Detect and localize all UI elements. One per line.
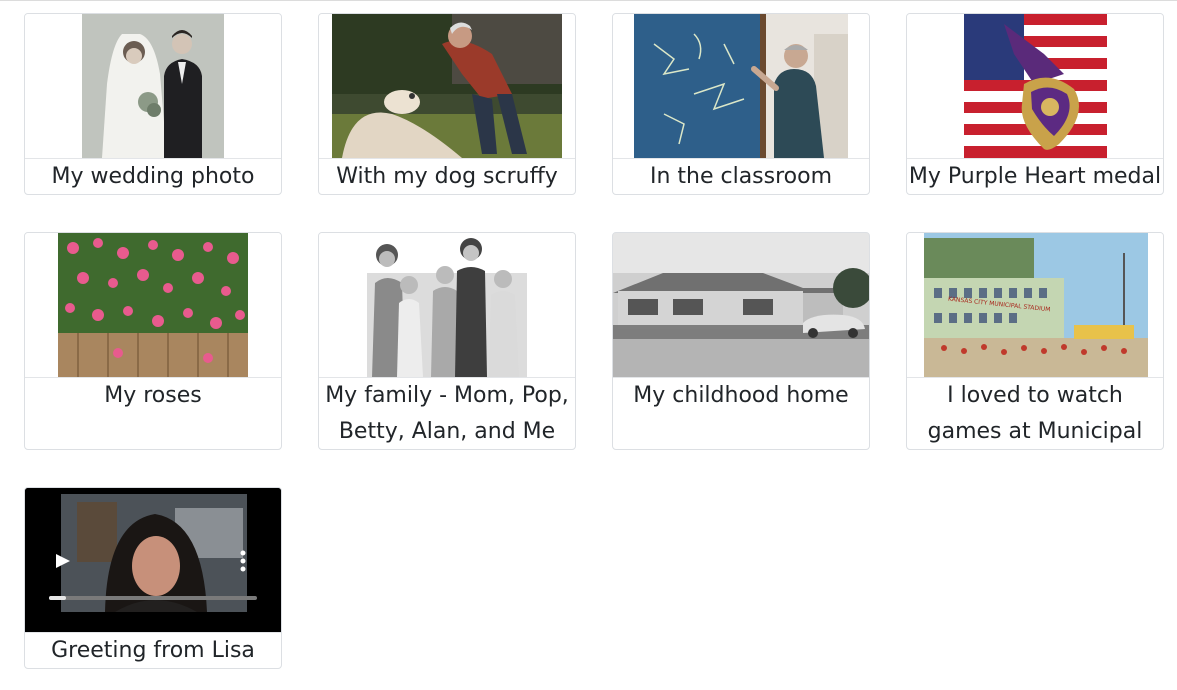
- photo-card-roses[interactable]: My roses: [24, 232, 282, 450]
- caption-family: My family - Mom, Pop, Betty, Alan, and M…: [319, 377, 575, 449]
- photo-card-classroom[interactable]: In the classroom: [612, 13, 870, 195]
- photo-card-purple-heart[interactable]: My Purple Heart medal: [906, 13, 1164, 195]
- family-photo: [319, 233, 575, 377]
- photo-card-dog[interactable]: With my dog scruffy: [318, 13, 576, 195]
- stadium-postcard: KANSAS CITY MUNICIPAL STADIUM: [907, 233, 1163, 377]
- photo-card-wedding[interactable]: My wedding photo: [24, 13, 282, 195]
- classroom-photo: [613, 14, 869, 158]
- video-progress-bar[interactable]: [49, 596, 257, 600]
- photo-card-family[interactable]: My family - Mom, Pop, Betty, Alan, and M…: [318, 232, 576, 450]
- more-options-icon[interactable]: [240, 550, 246, 572]
- caption-roses: My roses: [25, 377, 281, 414]
- photo-card-childhood-home[interactable]: My childhood home: [612, 232, 870, 450]
- dog-photo: [319, 14, 575, 158]
- roses-photo: [25, 233, 281, 377]
- caption-dog: With my dog scruffy: [319, 158, 575, 194]
- childhood-home-photo: [613, 233, 869, 377]
- caption-wedding: My wedding photo: [25, 158, 281, 194]
- wedding-photo: [25, 14, 281, 158]
- caption-purple-heart: My Purple Heart medal: [907, 158, 1163, 194]
- purple-heart-photo: [907, 14, 1163, 158]
- caption-stadium: I loved to watch games at Municipal Stad…: [907, 377, 1163, 449]
- top-divider: [0, 0, 1177, 1]
- video-card-greeting[interactable]: Greeting from Lisa: [24, 487, 282, 669]
- video-progress-fill: [49, 596, 66, 600]
- caption-greeting: Greeting from Lisa: [25, 632, 281, 668]
- caption-childhood-home: My childhood home: [613, 377, 869, 414]
- caption-classroom: In the classroom: [613, 158, 869, 194]
- video-player[interactable]: [25, 488, 281, 632]
- play-icon[interactable]: [56, 554, 70, 568]
- photo-card-stadium[interactable]: KANSAS CITY MUNICIPAL STADIUM I loved to…: [906, 232, 1164, 450]
